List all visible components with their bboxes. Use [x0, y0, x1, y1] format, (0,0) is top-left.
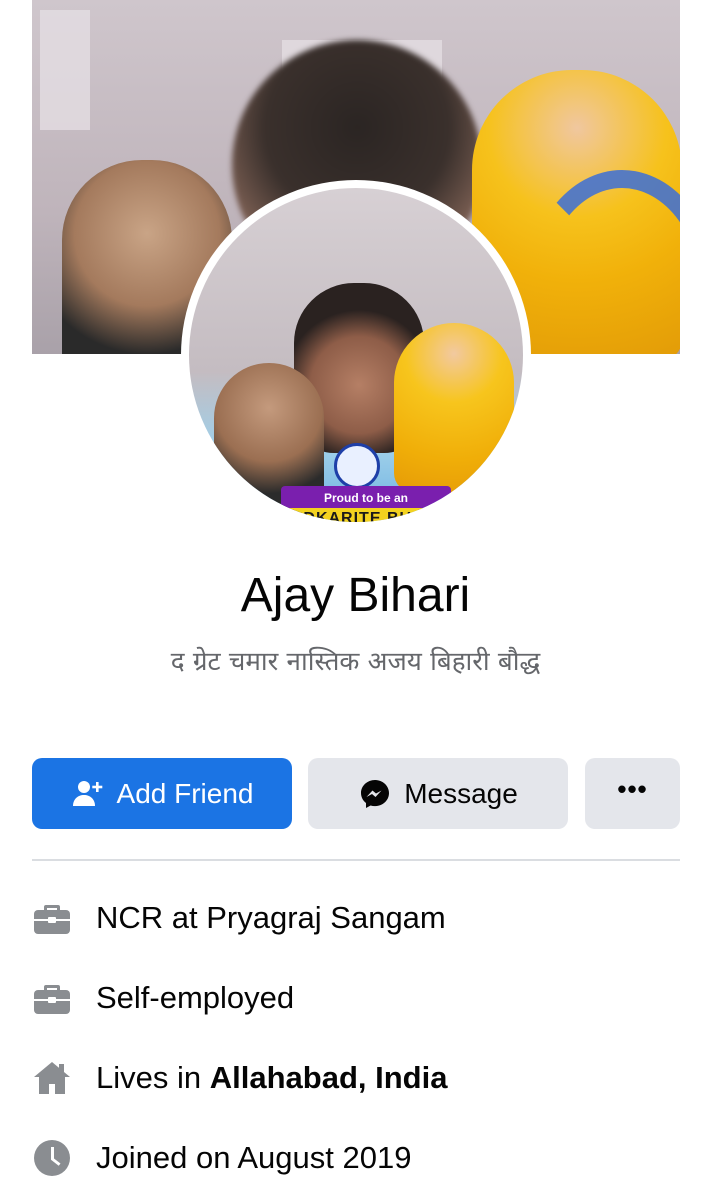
clock-icon — [32, 1138, 72, 1178]
lives-in-text: Lives in Allahabad, India — [96, 1060, 447, 1096]
profile-name: Ajay Bihari — [240, 569, 471, 622]
home-icon — [32, 1058, 72, 1098]
avatar-banner-top: Proud to be an — [281, 486, 451, 510]
avatar-buddha-figure — [394, 323, 514, 493]
joined-row: Joined on August 2019 — [32, 1128, 680, 1188]
add-friend-label: Add Friend — [116, 777, 254, 809]
cover-wall-panel — [40, 10, 90, 130]
more-options-button[interactable]: ••• — [585, 758, 680, 829]
lives-in-row: Lives in Allahabad, India — [32, 1048, 680, 1108]
chakra-icon — [334, 443, 380, 489]
add-person-icon — [71, 777, 105, 811]
joined-text: Joined on August 2019 — [96, 1140, 412, 1175]
profile-avatar[interactable]: Proud to be an DKARITE BUD — [181, 180, 531, 530]
message-label: Message — [404, 777, 518, 809]
briefcase-icon — [32, 898, 72, 938]
messenger-icon — [358, 777, 392, 811]
lives-in-prefix: Lives in — [96, 1060, 210, 1095]
profile-bio: द ग्रेट चमार नास्तिक अजय बिहारी बौद्ध — [170, 647, 541, 677]
avatar-banner-bottom: DKARITE BUD — [249, 508, 479, 522]
more-dots-icon: ••• — [617, 773, 648, 804]
work-text: NCR at Pryagraj Sangam — [96, 900, 446, 935]
add-friend-button[interactable]: Add Friend — [32, 758, 292, 829]
work-detail-row: Self-employed — [32, 968, 680, 1028]
briefcase-icon — [32, 978, 72, 1018]
message-button[interactable]: Message — [308, 758, 568, 829]
work-detail-row: NCR at Pryagraj Sangam — [32, 888, 680, 948]
profile-avatar-image: Proud to be an DKARITE BUD — [189, 188, 523, 522]
section-divider — [32, 859, 680, 861]
work-text: Self-employed — [96, 980, 295, 1015]
lives-in-place[interactable]: Allahabad, India — [210, 1060, 448, 1095]
